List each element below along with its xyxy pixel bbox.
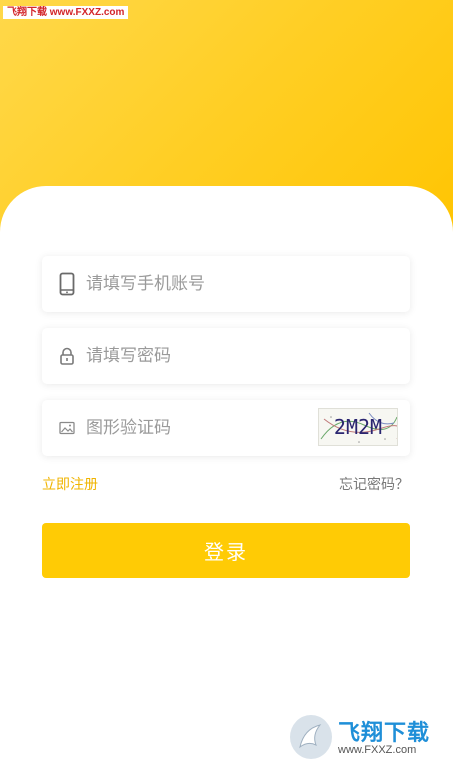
- captcha-input[interactable]: [86, 400, 346, 456]
- captcha-image[interactable]: 2M2M: [318, 408, 398, 446]
- lock-icon: [56, 344, 78, 368]
- captcha-field: 2M2M: [42, 400, 410, 456]
- password-input[interactable]: [86, 328, 346, 384]
- image-icon: [56, 416, 78, 440]
- phone-field: [42, 256, 410, 312]
- watermark-logo-title: 飞翔下载: [338, 721, 431, 746]
- login-button[interactable]: 登录: [42, 523, 410, 578]
- forgot-password-link[interactable]: 忘记密码？: [339, 474, 409, 494]
- watermark-badge-icon: [290, 715, 332, 759]
- password-field: [42, 328, 410, 384]
- watermark-logo-url: www.FXXZ.com: [338, 744, 417, 756]
- phone-icon: [56, 272, 78, 296]
- register-link[interactable]: 立即注册: [42, 474, 98, 494]
- watermark-top: 飞翔下载 www.FXXZ.com: [3, 6, 129, 19]
- captcha-code: 2M2M: [333, 415, 383, 439]
- phone-input[interactable]: [86, 256, 346, 312]
- watermark-logo: 飞翔下载 www.FXXZ.com: [288, 713, 444, 761]
